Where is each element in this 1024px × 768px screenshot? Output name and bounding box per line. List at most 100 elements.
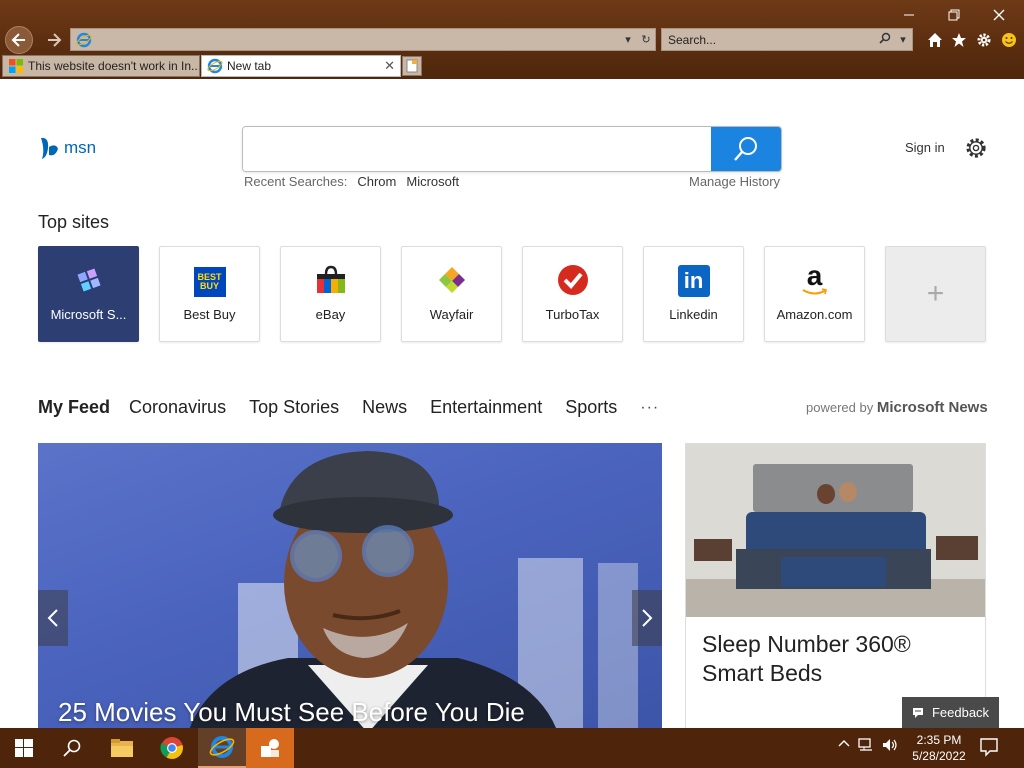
sponsored-card[interactable]: Sleep Number 360® Smart Beds <box>685 443 986 728</box>
top-site-amazon[interactable]: a Amazon.com <box>764 246 865 342</box>
microsoft-news-brand[interactable]: Microsoft News <box>877 399 988 416</box>
settings-gear-icon[interactable] <box>964 136 988 160</box>
file-explorer-button[interactable] <box>98 728 146 768</box>
top-site-label: Best Buy <box>183 307 236 322</box>
microsoft-store-icon <box>72 263 106 297</box>
top-site-label: Wayfair <box>429 307 474 322</box>
top-sites-heading: Top sites <box>38 212 110 232</box>
top-site-best-buy[interactable]: BEST BUY Best Buy <box>159 246 260 342</box>
search-icon[interactable] <box>876 32 894 47</box>
top-site-microsoft-store[interactable]: Microsoft S... <box>38 246 139 342</box>
notifications-icon[interactable] <box>978 736 1002 760</box>
taskbar-search-button[interactable] <box>48 728 96 768</box>
browser-chrome: ▾ ↻ ▾ This website doesn't work in In...… <box>0 0 1024 79</box>
tab-label: This website doesn't work in In... <box>28 59 200 73</box>
feed-tab-top-stories[interactable]: Top Stories <box>249 397 339 418</box>
carousel-next-button[interactable] <box>632 590 662 646</box>
top-site-ebay[interactable]: eBay <box>280 246 381 342</box>
top-site-label: TurboTax <box>545 307 600 322</box>
more-feed-tabs-icon[interactable]: ··· <box>640 399 659 417</box>
carousel-prev-button[interactable] <box>38 590 68 646</box>
hero-photo <box>189 451 638 728</box>
top-site-wayfair[interactable]: Wayfair <box>401 246 502 342</box>
home-icon[interactable] <box>924 29 946 51</box>
tab-ie-warning[interactable]: This website doesn't work in In... <box>2 55 200 77</box>
msn-logo-text: msn <box>64 138 97 157</box>
feed-tab-sports[interactable]: Sports <box>565 397 617 418</box>
tab-label: New tab <box>227 59 272 73</box>
hero-story-title[interactable]: 25 Movies You Must See Before You Die <box>58 697 525 728</box>
internet-explorer-icon <box>209 736 235 758</box>
add-top-site-button[interactable]: + <box>885 246 986 342</box>
msn-page: msn Recent Searches: Chrom Microsoft Man… <box>0 79 1024 728</box>
hero-story-card[interactable]: 25 Movies You Must See Before You Die <box>38 443 662 728</box>
minimize-button[interactable] <box>886 2 932 28</box>
app-button[interactable] <box>246 728 294 768</box>
volume-icon[interactable] <box>882 738 898 755</box>
close-icon <box>993 9 1005 21</box>
restore-icon <box>948 9 960 21</box>
new-tab-button[interactable] <box>402 56 422 76</box>
file-explorer-icon <box>111 739 133 757</box>
top-site-label: Microsoft S... <box>50 307 127 322</box>
feed-tab-coronavirus[interactable]: Coronavirus <box>129 397 226 418</box>
turbotax-check-icon <box>556 263 590 297</box>
chevron-up-icon[interactable] <box>838 738 850 755</box>
chrome-icon <box>160 737 183 759</box>
smiley-icon[interactable] <box>998 29 1020 51</box>
app-icon <box>261 739 279 757</box>
feed-tab-news[interactable]: News <box>362 397 407 418</box>
forward-arrow-icon <box>48 33 62 47</box>
tab-new-tab[interactable]: New tab ✕ <box>201 55 401 77</box>
back-button[interactable] <box>5 26 33 54</box>
minimize-icon <box>904 14 914 16</box>
browser-search-input[interactable] <box>662 32 876 47</box>
start-button[interactable] <box>0 728 48 768</box>
star-icon[interactable] <box>948 29 970 51</box>
network-icon[interactable] <box>858 738 874 755</box>
ie-page-icon <box>76 32 92 47</box>
recent-search-item[interactable]: Chrom <box>357 174 396 189</box>
forward-button[interactable] <box>40 27 68 53</box>
msn-logo[interactable]: msn <box>38 135 96 161</box>
restore-button[interactable] <box>931 2 977 28</box>
msn-search-box <box>242 126 782 172</box>
chrome-button[interactable] <box>148 728 196 768</box>
best-buy-logo-icon: BEST BUY <box>193 267 226 297</box>
refresh-icon[interactable]: ↻ <box>637 33 655 46</box>
msn-search-input[interactable] <box>243 127 711 171</box>
feed-tab-my-feed[interactable]: My Feed <box>38 397 110 418</box>
top-site-label: Amazon.com <box>776 307 853 322</box>
gear-icon[interactable] <box>973 29 995 51</box>
ie-tab-icon <box>207 58 223 74</box>
wayfair-logo-icon <box>435 263 469 297</box>
feed-tab-entertainment[interactable]: Entertainment <box>430 397 542 418</box>
msn-search-button[interactable] <box>711 127 781 171</box>
top-site-turbotax[interactable]: TurboTax <box>522 246 623 342</box>
dropdown-arrow-icon[interactable]: ▾ <box>619 33 637 46</box>
close-tab-icon[interactable]: ✕ <box>384 58 395 74</box>
sign-in-link[interactable]: Sign in <box>905 140 945 155</box>
internet-explorer-button[interactable] <box>198 728 246 768</box>
powered-by: powered by Microsoft News <box>806 399 988 416</box>
address-bar: ▾ ↻ <box>70 28 656 51</box>
feedback-button[interactable]: Feedback <box>902 697 999 728</box>
chevron-right-icon <box>642 609 653 627</box>
linkedin-logo-icon: in <box>677 265 710 297</box>
chevron-left-icon <box>47 609 58 627</box>
search-icon <box>734 137 757 161</box>
windows-start-icon <box>15 739 33 757</box>
address-input[interactable] <box>92 29 619 50</box>
system-tray <box>838 738 898 755</box>
back-arrow-icon <box>11 33 25 47</box>
close-button[interactable] <box>976 2 1022 28</box>
top-site-label: eBay <box>315 307 346 322</box>
sponsored-card-title[interactable]: Sleep Number 360® Smart Beds <box>702 630 962 688</box>
recent-search-item[interactable]: Microsoft <box>406 174 459 189</box>
manage-history-link[interactable]: Manage History <box>689 174 780 189</box>
top-site-linkedin[interactable]: in Linkedin <box>643 246 744 342</box>
clock-time: 2:35 PM <box>916 733 962 747</box>
search-dropdown-icon[interactable]: ▾ <box>894 33 912 46</box>
browser-search-box: ▾ <box>661 28 913 51</box>
taskbar-clock[interactable]: 2:35 PM 5/28/2022 <box>905 732 973 764</box>
